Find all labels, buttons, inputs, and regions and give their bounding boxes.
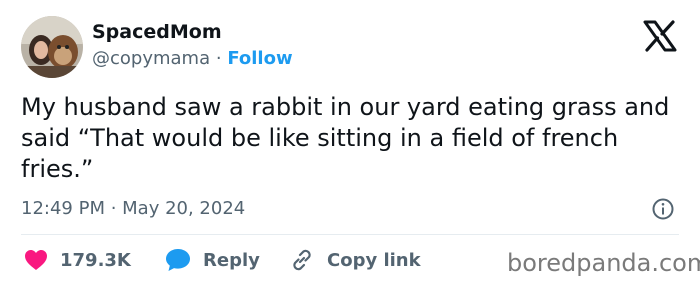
copy-link-label: Copy link [327, 249, 421, 271]
author-name[interactable]: SpacedMom [92, 20, 222, 44]
divider [21, 234, 679, 235]
avatar[interactable] [21, 16, 83, 78]
link-icon [293, 249, 311, 271]
reply-label: Reply [203, 249, 260, 271]
x-logo-icon[interactable] [642, 20, 678, 52]
avatar-image [21, 16, 83, 78]
copy-link-button[interactable]: Copy link [289, 245, 421, 275]
like-count: 179.3K [60, 249, 131, 271]
follow-button[interactable]: Follow [227, 48, 292, 69]
tweet-timestamp[interactable]: 12:49 PM · May 20, 2024 [21, 197, 245, 221]
like-button[interactable]: 179.3K [24, 245, 131, 275]
tweet-card: SpacedMom @copymama · Follow My husband … [0, 0, 700, 287]
author-handle-line: @copymama · Follow [92, 47, 293, 71]
author-handle[interactable]: @copymama [92, 48, 210, 69]
reply-bubble-icon [166, 249, 190, 271]
handle-separator: · [215, 48, 222, 69]
tweet-text: My husband saw a rabbit in our yard eati… [21, 93, 670, 183]
heart-icon [25, 250, 47, 270]
watermark: boredpanda.com [507, 249, 700, 277]
reply-button[interactable]: Reply [165, 245, 260, 275]
info-icon[interactable] [651, 197, 675, 221]
